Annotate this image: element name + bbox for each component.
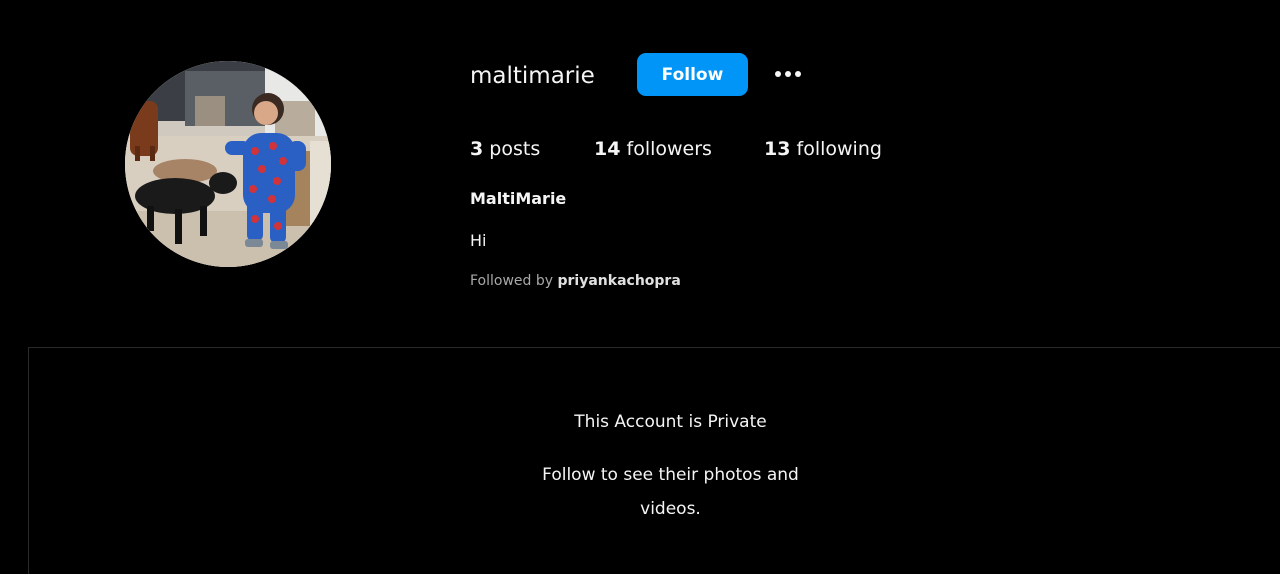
following-label: following [796, 138, 882, 160]
following-count-value: 13 [764, 138, 791, 160]
profile-bio: Hi [470, 231, 487, 250]
profile-full-name: MaltiMarie [470, 189, 567, 208]
more-horizontal-icon [775, 71, 801, 77]
private-account-title: This Account is Private [574, 412, 767, 432]
private-account-description: Follow to see their photos and videos. [29, 458, 1280, 526]
followers-count-value: 14 [594, 138, 621, 160]
profile-username: maltimarie [470, 63, 595, 89]
follow-button[interactable]: Follow [637, 53, 748, 96]
avatar-photo [125, 61, 331, 267]
followers-link[interactable]: 14 followers [594, 133, 712, 165]
profile-avatar[interactable] [125, 61, 331, 267]
more-options-button[interactable] [768, 60, 808, 88]
profile-page: maltimarie Follow 3 posts 14 followers 1… [0, 0, 1280, 574]
posts-count-label: posts [489, 138, 541, 160]
followed-by-prefix: Followed by [470, 273, 554, 289]
posts-count: 3 posts [470, 133, 540, 165]
private-account-panel: This Account is Private Follow to see th… [28, 347, 1280, 574]
private-description-line-2: videos. [640, 499, 701, 519]
followed-by[interactable]: Followed by priyankachopra [470, 270, 681, 292]
following-link[interactable]: 13 following [764, 133, 882, 165]
followers-label: followers [626, 138, 712, 160]
private-description-line-1: Follow to see their photos and [542, 465, 799, 485]
followed-by-user-link[interactable]: priyankachopra [558, 273, 681, 289]
posts-count-value: 3 [470, 138, 484, 160]
